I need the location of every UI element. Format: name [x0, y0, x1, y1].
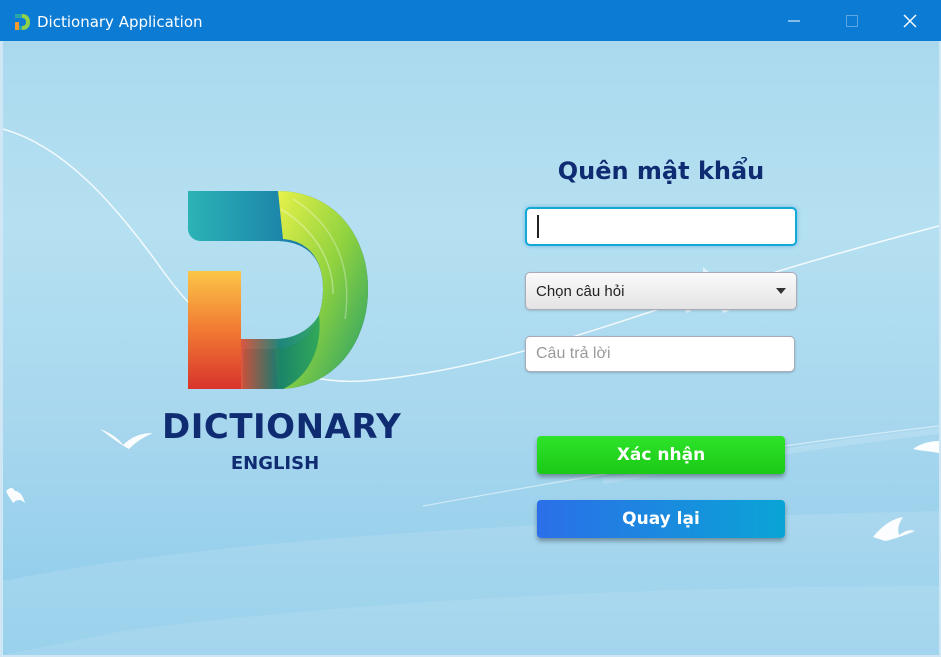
- form-title: Quên mật khẩu: [557, 157, 765, 185]
- close-icon: [903, 14, 917, 27]
- content-area: DICTIONARY ENGLISH Quên mật khẩu Chọn câ…: [3, 41, 939, 655]
- dictionary-logo: [188, 191, 368, 389]
- brand-name: DICTIONARY: [162, 407, 402, 447]
- maximize-button[interactable]: [823, 0, 881, 41]
- select-label: Chọn câu hỏi: [536, 283, 625, 300]
- back-button[interactable]: Quay lại: [537, 500, 785, 538]
- username-field[interactable]: [525, 207, 797, 246]
- dropdown-arrow-icon: [776, 288, 786, 294]
- answer-field[interactable]: [525, 336, 795, 372]
- app-window: Dictionary Application DICTIONARY ENGLIS…: [0, 0, 941, 657]
- text-caret: [537, 215, 539, 238]
- brand-subtitle: ENGLISH: [230, 453, 320, 474]
- dictionary-app-icon: [15, 14, 30, 30]
- security-question-select[interactable]: Chọn câu hỏi: [525, 272, 797, 310]
- background-decoration: [3, 128, 939, 655]
- minimize-button[interactable]: [765, 0, 823, 41]
- title-bar[interactable]: Dictionary Application: [0, 0, 941, 41]
- close-button[interactable]: [881, 0, 939, 41]
- confirm-button[interactable]: Xác nhận: [537, 436, 785, 474]
- maximize-icon: [846, 14, 858, 27]
- window-title: Dictionary Application: [37, 13, 203, 31]
- minimize-icon: [788, 20, 800, 21]
